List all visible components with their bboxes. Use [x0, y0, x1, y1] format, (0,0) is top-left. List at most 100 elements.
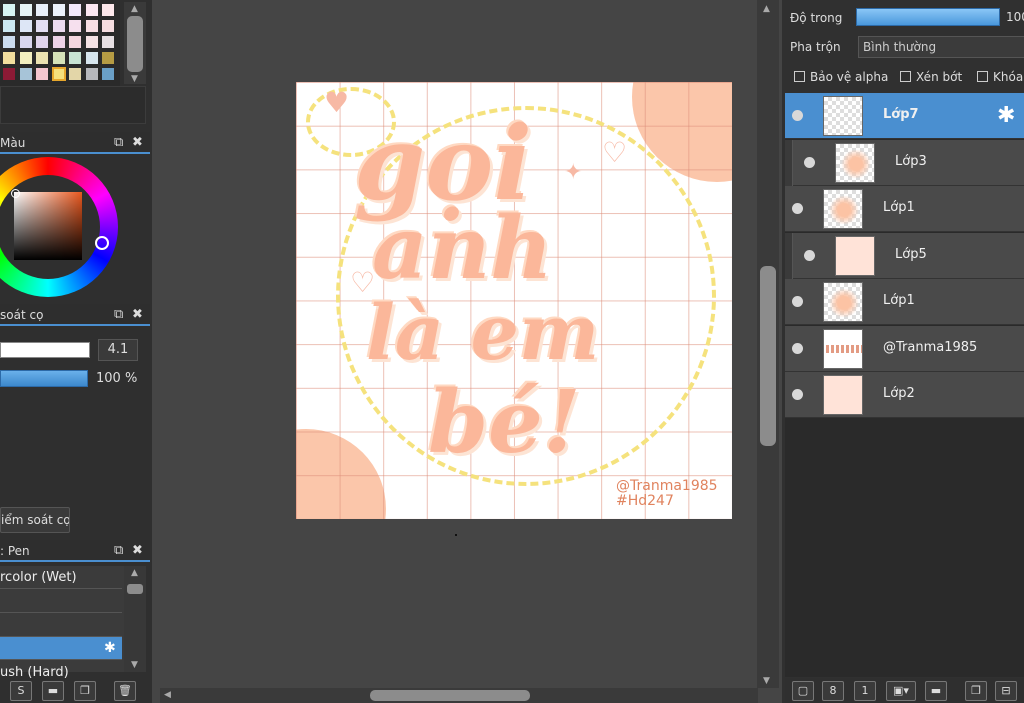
- palette-swatch[interactable]: [84, 51, 99, 65]
- popout-icon[interactable]: ⧉: [114, 132, 123, 154]
- protect-alpha-checkbox[interactable]: Bảo vệ alpha: [794, 70, 888, 84]
- brush-list-item[interactable]: [0, 614, 122, 637]
- brush-list-scrollbar[interactable]: ▲ ▼: [124, 566, 146, 672]
- brush-control-button[interactable]: iểm soát cọ: [0, 507, 70, 533]
- layer-row[interactable]: Lớp5: [785, 232, 1024, 279]
- saturation-value-square[interactable]: [14, 192, 82, 260]
- palette-swatch[interactable]: [18, 3, 33, 17]
- palette-swatch[interactable]: [68, 67, 82, 81]
- palette-swatch[interactable]: [2, 51, 16, 65]
- brush-scroll-thumb[interactable]: [127, 584, 143, 594]
- palette-swatch[interactable]: [51, 35, 66, 49]
- new-8bit-layer-icon[interactable]: 8: [822, 681, 844, 701]
- new-layer-icon[interactable]: ▢: [792, 681, 814, 701]
- eye-icon[interactable]: [792, 296, 803, 307]
- palette-swatch[interactable]: [18, 19, 33, 33]
- merge-layer-icon[interactable]: ⊟: [995, 681, 1017, 701]
- canvas-vertical-scrollbar[interactable]: ▲ ▼: [757, 0, 779, 688]
- duplicate-icon[interactable]: ❐: [74, 681, 96, 701]
- sv-picker-marker[interactable]: [11, 189, 20, 198]
- clipping-checkbox[interactable]: Xén bớt: [900, 70, 962, 84]
- add-layer-menu-icon[interactable]: ▣▾: [886, 681, 916, 701]
- palette-swatch[interactable]: [2, 3, 16, 17]
- brush-list-item[interactable]: rcolor (Wet): [0, 566, 122, 589]
- palette-swatch[interactable]: [35, 3, 49, 17]
- palette-swatch[interactable]: [101, 3, 115, 17]
- palette-swatch[interactable]: [51, 67, 66, 81]
- close-icon[interactable]: ✖: [132, 540, 143, 562]
- brush-list-item[interactable]: ✱: [0, 637, 122, 661]
- palette-swatch[interactable]: [18, 67, 33, 81]
- palette-swatch[interactable]: [84, 19, 99, 33]
- canvas-hscroll-thumb[interactable]: [370, 690, 530, 701]
- palette-swatch[interactable]: [68, 19, 82, 33]
- palette-swatch[interactable]: [68, 35, 82, 49]
- duplicate-layer-icon[interactable]: ❐: [965, 681, 987, 701]
- layer-row[interactable]: Lớp3: [785, 139, 1024, 186]
- palette-swatch[interactable]: [101, 19, 115, 33]
- eye-icon[interactable]: [804, 249, 815, 261]
- palette-swatch[interactable]: [2, 67, 16, 81]
- palette-swatch[interactable]: [68, 3, 82, 17]
- popout-icon[interactable]: ⧉: [114, 304, 123, 326]
- scroll-left-arrow-icon[interactable]: ◀: [164, 690, 171, 700]
- palette-swatch[interactable]: [51, 3, 66, 17]
- layer-row[interactable]: @Tranma1985: [785, 325, 1024, 372]
- layer-row[interactable]: Lớp1: [785, 186, 1024, 232]
- layer-row[interactable]: Lớp7 ✱: [785, 93, 1024, 139]
- palette-swatch[interactable]: [101, 51, 115, 65]
- gear-icon[interactable]: ✱: [997, 103, 1015, 128]
- palette-swatch[interactable]: [18, 51, 33, 65]
- palette-swatch[interactable]: [101, 35, 115, 49]
- scroll-up-arrow-icon[interactable]: ▲: [763, 4, 770, 14]
- brush-settings-icon[interactable]: S: [10, 681, 32, 701]
- scroll-down-arrow-icon[interactable]: ▼: [131, 74, 138, 84]
- brush-list-item[interactable]: [0, 590, 122, 613]
- palette-scroll-thumb[interactable]: [127, 16, 143, 72]
- brush-opacity-slider[interactable]: [0, 370, 88, 387]
- gear-icon[interactable]: ✱: [104, 637, 116, 659]
- canvas-vscroll-thumb[interactable]: [760, 266, 776, 446]
- close-icon[interactable]: ✖: [132, 304, 143, 326]
- brush-size-slider[interactable]: [0, 342, 90, 358]
- scroll-down-arrow-icon[interactable]: ▼: [131, 660, 138, 670]
- scroll-down-arrow-icon[interactable]: ▼: [763, 676, 770, 686]
- palette-swatch[interactable]: [2, 19, 16, 33]
- eye-icon[interactable]: [792, 342, 803, 354]
- palette-swatch[interactable]: [51, 51, 66, 65]
- close-icon[interactable]: ✖: [132, 132, 143, 154]
- palette-swatch[interactable]: [84, 35, 99, 49]
- palette-swatch[interactable]: [2, 35, 16, 49]
- scroll-up-arrow-icon[interactable]: ▲: [131, 568, 138, 578]
- folder-icon[interactable]: ▬: [42, 681, 64, 701]
- hue-picker-marker[interactable]: [95, 236, 109, 250]
- palette-swatch[interactable]: [35, 19, 49, 33]
- scroll-up-arrow-icon[interactable]: ▲: [131, 4, 138, 14]
- trash-icon[interactable]: 🗑: [114, 681, 136, 701]
- palette-swatch[interactable]: [68, 51, 82, 65]
- eye-icon[interactable]: [792, 389, 803, 400]
- layer-row[interactable]: Lớp2: [785, 372, 1024, 418]
- canvas-horizontal-scrollbar[interactable]: ◀: [160, 688, 758, 703]
- popout-icon[interactable]: ⧉: [114, 540, 123, 562]
- eye-icon[interactable]: [792, 203, 803, 214]
- palette-scrollbar[interactable]: ▲ ▼: [124, 2, 146, 84]
- layer-row[interactable]: Lớp1: [785, 279, 1024, 325]
- blend-mode-select[interactable]: Bình thường: [858, 36, 1024, 58]
- artwork-canvas[interactable]: ♥ ♡ ♡ ✦ gọi anh là em bé! @Tranma1985 #H…: [296, 82, 732, 519]
- eye-icon[interactable]: [792, 110, 803, 121]
- lock-checkbox[interactable]: Khóa: [977, 70, 1023, 84]
- new-1bit-layer-icon[interactable]: 1: [854, 681, 876, 701]
- palette-swatch[interactable]: [18, 35, 33, 49]
- new-folder-icon[interactable]: ▬: [925, 681, 947, 701]
- palette-swatch[interactable]: [84, 67, 99, 81]
- palette-swatch[interactable]: [35, 51, 49, 65]
- palette-swatch[interactable]: [35, 67, 49, 81]
- palette-swatch[interactable]: [84, 3, 99, 17]
- palette-swatch[interactable]: [51, 19, 66, 33]
- brush-size-value[interactable]: 4.1: [98, 339, 138, 361]
- eye-icon[interactable]: [804, 156, 815, 168]
- palette-swatch[interactable]: [101, 67, 115, 81]
- layer-opacity-slider[interactable]: [856, 8, 1000, 26]
- palette-swatch[interactable]: [35, 35, 49, 49]
